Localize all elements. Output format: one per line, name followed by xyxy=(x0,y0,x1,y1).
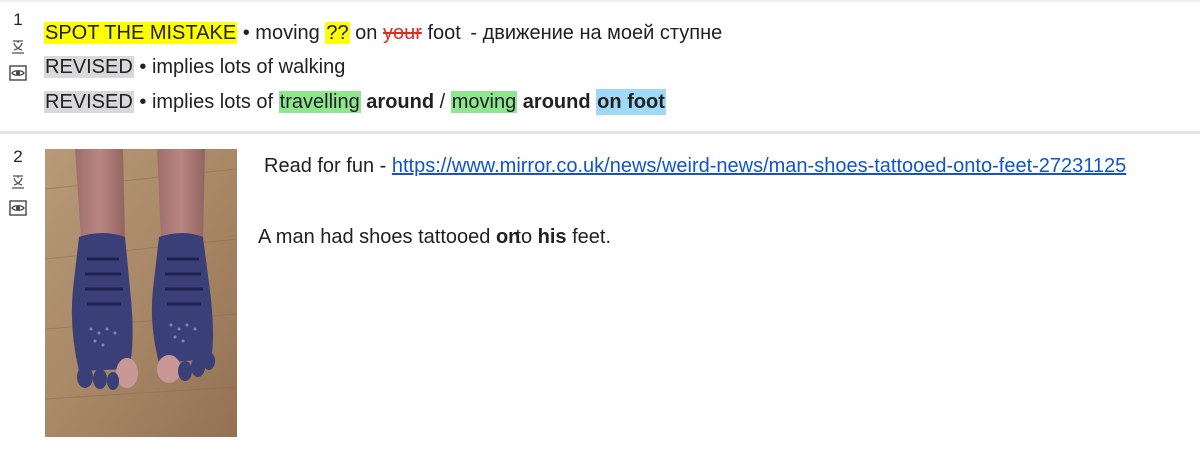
read-for-fun-label: Read for fun - xyxy=(264,155,387,177)
separator-dash: - xyxy=(470,22,478,44)
word-travelling: travelling xyxy=(278,91,361,113)
row-2-gutter: 2 xyxy=(0,147,36,217)
article-link[interactable]: https://www.mirror.co.uk/news/weird-news… xyxy=(392,155,1126,177)
revised-label: REVISED xyxy=(44,91,134,113)
emphasis-his: his xyxy=(537,226,567,248)
row-number: 2 xyxy=(13,147,23,166)
eye-icon[interactable] xyxy=(9,199,27,217)
revised-line-2: REVISED • implies lots of travelling aro… xyxy=(44,89,666,115)
question-marks: ?? xyxy=(325,22,350,44)
word-foot: foot xyxy=(427,22,461,44)
struck-word: your xyxy=(382,22,422,44)
translate-icon[interactable] xyxy=(9,173,27,191)
tattoo-sentence: A man had shoes tattooed onto his feet. xyxy=(258,224,611,250)
phrase-on-foot: on foot xyxy=(596,89,666,115)
eye-icon[interactable] xyxy=(9,64,27,82)
revised-lead-text: implies lots of xyxy=(151,91,274,113)
word-around: around xyxy=(522,91,591,113)
top-rule xyxy=(0,0,1200,2)
revised-label: REVISED xyxy=(44,56,134,78)
bullet: • xyxy=(139,56,147,78)
sentence-end: feet. xyxy=(572,226,612,248)
translate-icon[interactable] xyxy=(9,38,27,56)
word-moving: moving xyxy=(450,91,518,113)
row-divider xyxy=(0,131,1200,134)
sentence-start: A man had shoes tattooed xyxy=(258,226,491,248)
russian-translation: движение на моей ступне xyxy=(482,22,723,44)
bullet: • xyxy=(242,22,250,44)
spot-the-mistake-label: SPOT THE MISTAKE xyxy=(44,22,238,44)
slash: / xyxy=(439,91,446,113)
word-around: around xyxy=(366,91,435,113)
sentence-to: to xyxy=(515,226,533,248)
tattooed-feet-photo xyxy=(45,149,237,437)
word-on: on xyxy=(355,22,378,44)
word-moving: moving xyxy=(255,22,320,44)
row-1-gutter: 1 xyxy=(0,10,36,82)
revised-line-1: REVISED • implies lots of walking xyxy=(44,54,345,80)
read-for-fun-line: Read for fun - https://www.mirror.co.uk/… xyxy=(264,153,1126,179)
revised-text: implies lots of walking xyxy=(151,56,346,78)
row-number: 1 xyxy=(13,10,23,29)
mistake-line: SPOT THE MISTAKE • moving ?? on your foo… xyxy=(44,20,722,46)
bullet: • xyxy=(139,91,147,113)
